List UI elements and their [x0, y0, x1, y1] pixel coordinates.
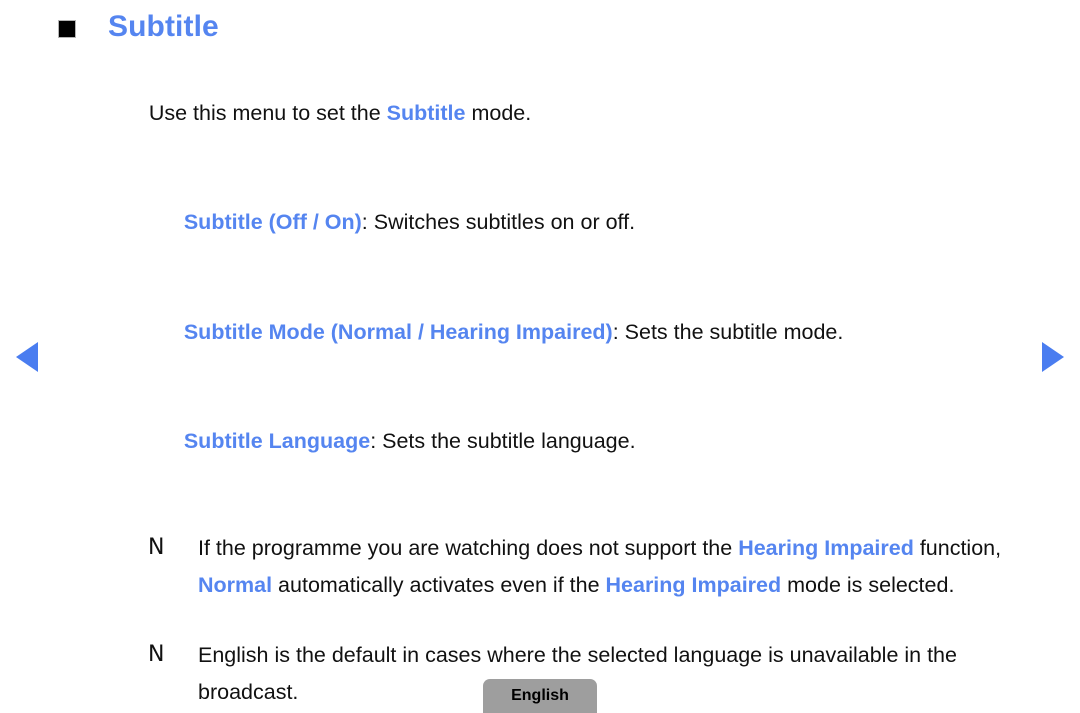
note-plain-text: If the programme you are watching does n… — [198, 536, 739, 560]
intro-line: Use this menu to set the Subtitle mode. — [113, 58, 1043, 168]
note-accent-term: Normal — [198, 572, 273, 597]
option-line-subtitle-onoff: Subtitle (Off / On): Switches subtitles … — [148, 168, 1043, 278]
page-title: Subtitle — [108, 10, 219, 43]
note-plain-text: function, — [913, 536, 1002, 560]
intro-text-before: Use this menu to set the — [148, 100, 387, 125]
option-label-subtitle-onoff: Subtitle (Off / On) — [183, 210, 362, 234]
option-label-subtitle-language: Subtitle Language — [183, 429, 371, 453]
triangle-right-icon[interactable] — [1042, 342, 1064, 372]
option-desc-subtitle-onoff: : Switches subtitles on or off. — [361, 210, 636, 234]
note-plain-text: automatically activates even if the — [272, 572, 606, 597]
note-marker-icon: N — [148, 535, 165, 560]
note-accent-term: Hearing Impaired — [605, 572, 782, 597]
option-line-subtitle-language: Subtitle Language: Sets the subtitle lan… — [148, 387, 1043, 497]
note-plain-text: mode is selected. — [781, 572, 955, 597]
note-marker-icon: N — [148, 642, 165, 667]
note-item: N If the programme you are watching does… — [148, 530, 1043, 603]
page-title-row: Subtitle — [58, 12, 219, 42]
manual-page: Subtitle Use this menu to set the Subtit… — [0, 0, 1080, 713]
note-accent-term: Hearing Impaired — [738, 536, 914, 560]
option-desc-subtitle-mode: : Sets the subtitle mode. — [612, 319, 844, 344]
content-body: Use this menu to set the Subtitle mode. … — [113, 58, 1043, 710]
intro-accent: Subtitle — [386, 100, 466, 125]
filled-square-bullet-icon — [58, 20, 76, 38]
language-button[interactable]: English — [483, 679, 597, 713]
option-line-subtitle-mode: Subtitle Mode (Normal / Hearing Impaired… — [148, 277, 1043, 387]
note-text: If the programme you are watching does n… — [198, 530, 1043, 603]
option-label-subtitle-mode: Subtitle Mode (Normal / Hearing Impaired… — [183, 319, 613, 344]
note-text: English is the default in cases where th… — [198, 637, 1043, 710]
triangle-left-icon[interactable] — [16, 342, 38, 372]
option-desc-subtitle-language: : Sets the subtitle language. — [370, 429, 636, 453]
intro-text-after: mode. — [465, 100, 532, 125]
